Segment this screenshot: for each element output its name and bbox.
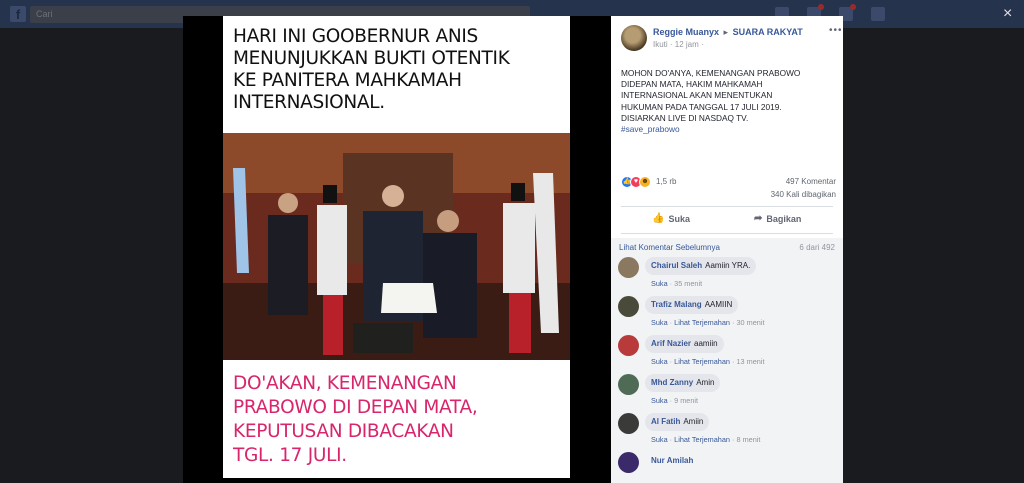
author-line: Reggie Muanyx ▸ SUARA RAKYAT xyxy=(653,27,803,38)
meme-bottom-text: DO'AKAN, KEMENANGAN PRABOWO DI DEPAN MAT… xyxy=(233,373,478,466)
arrow-right-icon: ▸ xyxy=(723,27,729,37)
commenter-name[interactable]: Mhd Zanny xyxy=(651,378,693,387)
meme-image[interactable]: HARI INI GOOBERNUR ANIS MENUNJUKKAN BUKT… xyxy=(223,16,570,478)
commenter-name[interactable]: Trafiz Malang xyxy=(651,300,702,309)
commenter-name[interactable]: Arif Nazier xyxy=(651,339,691,348)
more-options-icon[interactable]: ••• xyxy=(829,25,843,36)
meme-top-text: HARI INI GOOBERNUR ANIS MENUNJUKKAN BUKT… xyxy=(233,26,510,113)
comment-meta: Suka · Lihat Terjemahan · 30 menit xyxy=(651,318,765,327)
commenter-name[interactable]: Al Fatih xyxy=(651,417,680,426)
comment-meta: Suka · 9 menit xyxy=(651,396,699,405)
comment-page-count: 6 dari 492 xyxy=(799,243,835,252)
like-button[interactable]: 👍 Suka xyxy=(652,213,690,224)
comment-time[interactable]: 30 menit xyxy=(737,318,765,327)
comment-like-link[interactable]: Suka xyxy=(651,435,668,444)
commenter-name[interactable]: Chairul Saleh xyxy=(651,261,702,270)
commenter-avatar[interactable] xyxy=(618,452,639,473)
comment-text: AAMIIN xyxy=(704,300,733,309)
facebook-logo-icon[interactable]: f xyxy=(10,6,26,22)
help-icon[interactable] xyxy=(871,7,885,21)
comment-time[interactable]: 35 menit xyxy=(674,279,702,288)
commenter-avatar[interactable] xyxy=(618,296,639,317)
ceremony-photo xyxy=(223,133,570,360)
group-name[interactable]: SUARA RAKYAT xyxy=(733,27,803,37)
comment-meta: Suka · Lihat Terjemahan · 13 menit xyxy=(651,357,765,366)
post-sidebar: Reggie Muanyx ▸ SUARA RAKYAT Ikuti · 12 … xyxy=(611,16,843,483)
divider xyxy=(621,206,833,207)
share-button[interactable]: ➦ Bagikan xyxy=(754,213,801,224)
author-name[interactable]: Reggie Muanyx xyxy=(653,27,719,37)
see-translation-link[interactable]: Lihat Terjemahan xyxy=(674,318,730,327)
thumbs-up-icon: 👍 xyxy=(652,213,665,224)
comment-bubble: Trafiz Malang AAMIIN xyxy=(645,296,739,314)
author-avatar[interactable] xyxy=(621,25,647,51)
shares-count[interactable]: 340 Kali dibagikan xyxy=(621,190,836,199)
see-translation-link[interactable]: Lihat Terjemahan xyxy=(674,435,730,444)
comment-bubble: Mhd Zanny Amin xyxy=(645,374,721,392)
comment-meta: Suka · 35 menit xyxy=(651,279,703,288)
comments-count[interactable]: 497 Komentar xyxy=(621,177,836,186)
close-theater-button[interactable]: × xyxy=(1003,6,1012,22)
comment-time[interactable]: 13 menit xyxy=(737,357,765,366)
post-header: Reggie Muanyx ▸ SUARA RAKYAT Ikuti · 12 … xyxy=(621,25,842,55)
comment-bubble: Nur Amilah xyxy=(645,452,702,470)
commenter-avatar[interactable] xyxy=(618,257,639,278)
post-text: MOHON DO'ANYA, KEMENANGAN PRABOWO DIDEPA… xyxy=(621,68,836,135)
comment-bubble: Arif Nazier aamiin xyxy=(645,335,724,353)
comment-text: Amiin xyxy=(683,417,704,426)
comment-bubble: Al Fatih Amiin xyxy=(645,413,710,431)
comment-text: Aamiin YRA. xyxy=(705,261,751,270)
comment-bubble: Chairul Saleh Aamiin YRA. xyxy=(645,257,757,275)
comment-text: aamiin xyxy=(694,339,718,348)
post-meta: Ikuti · 12 jam · xyxy=(653,40,704,49)
comment-time[interactable]: 8 menit xyxy=(737,435,761,444)
comment-text: Amin xyxy=(696,378,715,387)
comment-like-link[interactable]: Suka xyxy=(651,357,668,366)
commenter-name[interactable]: Nur Amilah xyxy=(651,456,693,465)
comment-like-link[interactable]: Suka xyxy=(651,279,668,288)
comment-like-link[interactable]: Suka xyxy=(651,318,668,327)
commenter-avatar[interactable] xyxy=(618,413,639,434)
divider xyxy=(621,233,833,234)
comment-time[interactable]: 9 menit xyxy=(674,396,698,405)
comment-like-link[interactable]: Suka xyxy=(651,396,668,405)
share-arrow-icon: ➦ xyxy=(754,213,763,224)
comment-meta: Suka · Lihat Terjemahan · 8 menit xyxy=(651,435,761,444)
hashtag-link[interactable]: #save_prabowo xyxy=(621,124,836,135)
commenter-avatar[interactable] xyxy=(618,335,639,356)
comments-section: Lihat Komentar Sebelumnya 6 dari 492 Cha… xyxy=(611,238,843,483)
see-translation-link[interactable]: Lihat Terjemahan xyxy=(674,357,730,366)
commenter-avatar[interactable] xyxy=(618,374,639,395)
